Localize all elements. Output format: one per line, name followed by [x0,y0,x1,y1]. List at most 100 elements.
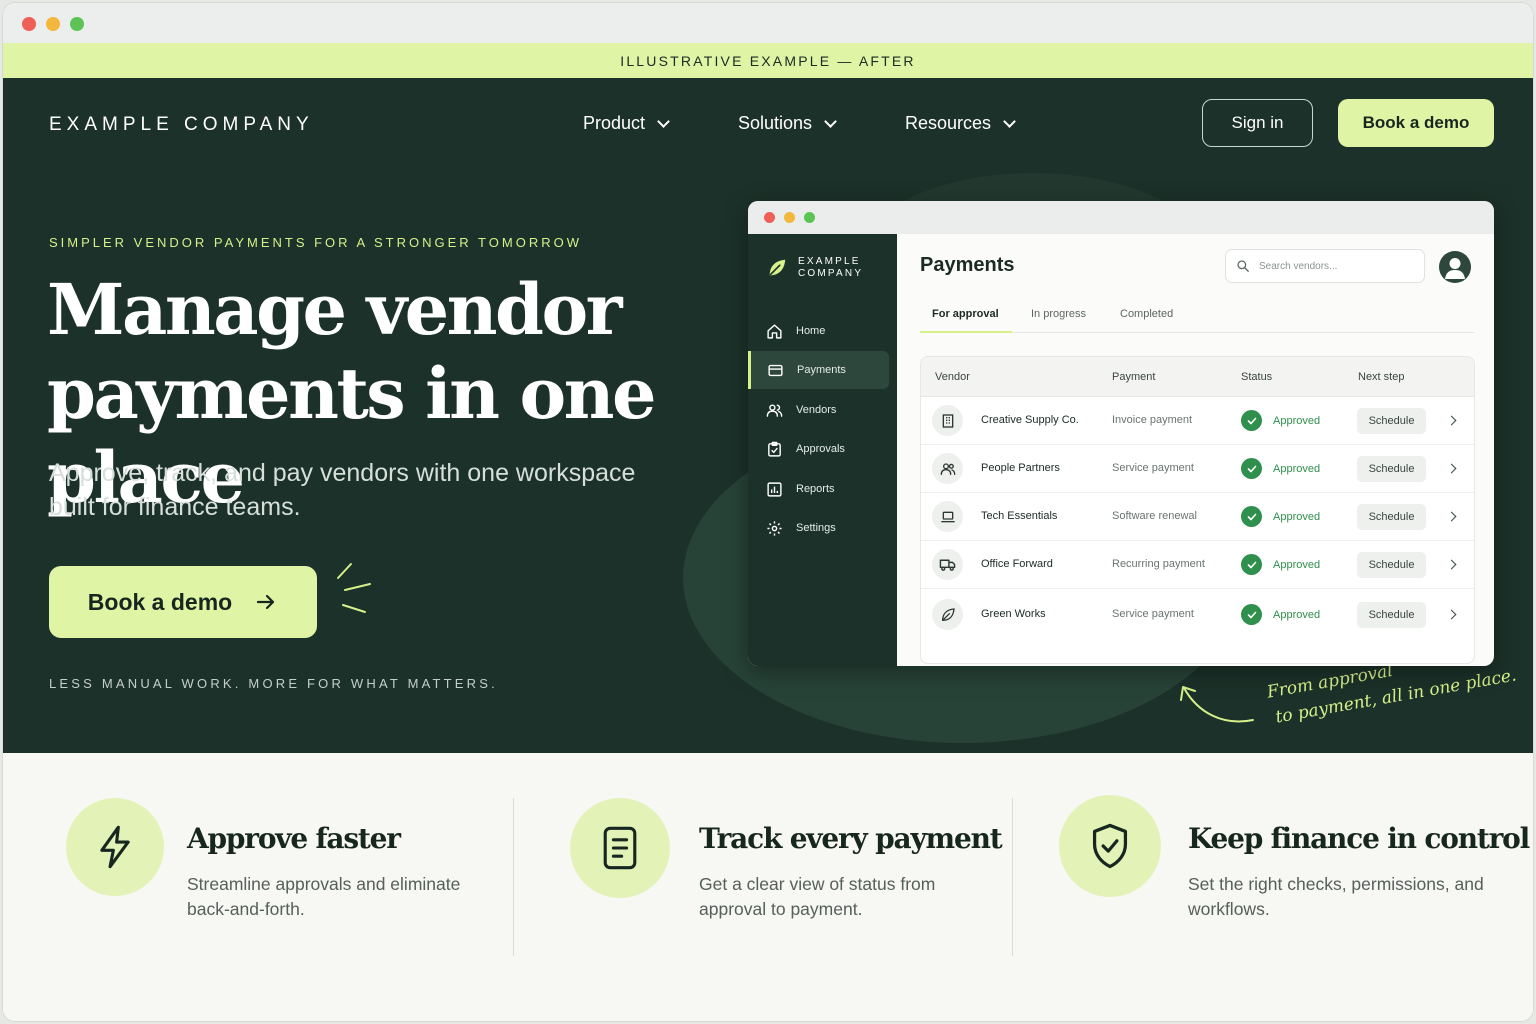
status-badge: Approved [1241,604,1320,625]
sidebar-item-approvals[interactable]: Approvals [748,430,897,468]
close-window-icon[interactable] [22,17,36,31]
leaf-icon [769,259,786,276]
features-section: Approve faster Streamline approvals and … [3,753,1533,1021]
schedule-button[interactable]: Schedule [1357,602,1426,628]
chart-icon [767,481,782,497]
column-header: Payment [1112,371,1156,383]
check-icon [1241,554,1262,575]
chevron-right-icon[interactable] [1446,609,1457,620]
schedule-button[interactable]: Schedule [1357,408,1426,434]
chevron-down-icon [1003,114,1016,128]
hero-eyebrow: SIMPLER VENDOR PAYMENTS FOR A STRONGER T… [49,235,582,250]
vendor-name: Creative Supply Co. [981,414,1079,426]
users-icon [932,453,963,484]
clipboard-check-icon [768,441,781,457]
sparkle-lines-icon [337,563,371,613]
table-row[interactable]: Creative Supply Co. Invoice payment Appr… [921,397,1474,445]
app-logo[interactable]: EXAMPLE COMPANY [766,256,863,280]
leaf-icon [932,599,963,630]
minimize-window-icon[interactable] [46,17,60,31]
schedule-button[interactable]: Schedule [1357,456,1426,482]
card-icon [768,364,783,376]
home-icon [767,323,782,339]
chevron-right-icon[interactable] [1446,511,1457,522]
maximize-window-icon [804,212,815,223]
check-icon [1241,506,1262,527]
truck-icon [932,549,963,580]
close-window-icon [764,212,775,223]
sidebar-item-settings[interactable]: Settings [748,509,897,547]
payments-table: Vendor Payment Status Next step Creative… [920,356,1475,664]
divider [1012,798,1013,956]
sidebar-item-label: Reports [796,483,835,495]
app-main: Payments Search vendors... For approval … [897,234,1494,666]
search-input[interactable]: Search vendors... [1225,249,1425,283]
sidebar-item-label: Settings [796,522,836,534]
table-row[interactable]: Office Forward Recurring payment Approve… [921,541,1474,589]
avatar[interactable] [1439,251,1471,283]
window-titlebar [3,3,1533,43]
payment-type: Recurring payment [1112,558,1205,570]
chevron-down-icon [824,114,837,128]
status-label: Approved [1273,414,1321,427]
status-badge: Approved [1241,554,1320,575]
payment-type: Invoice payment [1112,414,1193,426]
sidebar-item-vendors[interactable]: Vendors [748,391,897,429]
feature-title: Track every payment [699,822,1003,855]
tab-in-progress[interactable]: In progress [1031,308,1086,320]
cta-label: Book a demo [87,588,233,615]
status-badge: Approved [1241,458,1320,479]
payment-type: Service payment [1112,462,1194,474]
tab-completed[interactable]: Completed [1120,308,1173,320]
tab-for-approval[interactable]: For approval [932,308,999,320]
headline-line-1: Manage vendor [47,268,623,351]
chevron-right-icon[interactable] [1446,415,1457,426]
sidebar-item-label: Home [796,325,826,337]
sidebar-item-payments[interactable]: Payments [748,351,889,389]
feature-description: Get a clear view of status from approval… [699,874,936,919]
app-sidebar: EXAMPLE COMPANY Home Payments Vendors Ap… [748,234,897,666]
building-icon [932,405,963,436]
status-label: Approved [1273,608,1321,621]
search-placeholder: Search vendors... [1259,260,1338,272]
sidebar-item-home[interactable]: Home [748,312,897,350]
nav-product[interactable]: Product [583,113,670,134]
vendor-name: People Partners [981,462,1060,474]
browser-window: ILLUSTRATIVE EXAMPLE — AFTER EXAMPLE COM… [3,3,1533,1021]
status-label: Approved [1273,510,1321,523]
users-icon [766,403,783,417]
vendor-name: Green Works [981,608,1046,620]
status-badge: Approved [1241,410,1320,431]
check-icon [1241,458,1262,479]
maximize-window-icon[interactable] [70,17,84,31]
search-icon [1237,260,1249,272]
chevron-right-icon[interactable] [1446,559,1457,570]
book-demo-button-header[interactable]: Book a demo [1338,99,1494,147]
nav-resources[interactable]: Resources [905,113,1016,134]
app-preview-window: EXAMPLE COMPANY Home Payments Vendors Ap… [748,201,1494,666]
chevron-down-icon [657,114,670,128]
sign-in-button[interactable]: Sign in [1202,99,1313,147]
chevron-right-icon[interactable] [1446,463,1457,474]
example-banner: ILLUSTRATIVE EXAMPLE — AFTER [3,43,1533,78]
check-icon [1241,410,1262,431]
book-demo-button-hero[interactable]: Book a demo [49,566,317,638]
active-tab-indicator [920,331,1012,333]
table-row[interactable]: Green Works Service payment Approved Sch… [921,589,1474,663]
table-row[interactable]: People Partners Service payment Approved… [921,445,1474,493]
laptop-icon [932,501,963,532]
nav-label: Solutions [738,113,813,133]
nav-solutions[interactable]: Solutions [738,113,837,134]
check-icon [1241,604,1262,625]
company-logo[interactable]: EXAMPLE COMPANY [49,114,314,136]
nav-label: Resources [905,113,992,133]
table-row[interactable]: Tech Essentials Software renewal Approve… [921,493,1474,541]
payment-type: Software renewal [1112,510,1197,522]
table-header: Vendor Payment Status Next step [921,357,1474,397]
column-header: Next step [1358,371,1405,383]
schedule-button[interactable]: Schedule [1357,504,1426,530]
user-icon [1445,258,1465,279]
hero-subline: Approve, track, and pay vendors with one… [49,459,636,521]
schedule-button[interactable]: Schedule [1357,552,1426,578]
sidebar-item-reports[interactable]: Reports [748,470,897,508]
